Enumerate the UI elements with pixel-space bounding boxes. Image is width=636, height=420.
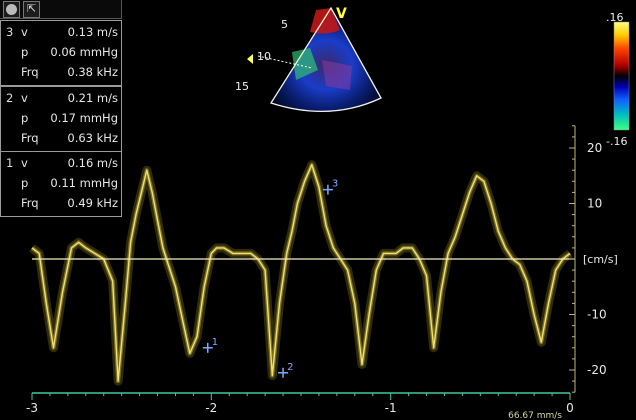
marker-label: 2: [287, 362, 293, 373]
velocity-value: 0.21 m/s: [67, 91, 118, 105]
color-scale-bottom: -.16: [606, 135, 627, 148]
pressure-label: p: [21, 45, 29, 59]
measurement-index: 2: [6, 91, 14, 105]
velocity-label: v: [21, 156, 28, 170]
pressure-label: p: [21, 176, 29, 190]
frequency-value: 0.38 kHz: [67, 65, 118, 79]
frequency-value: 0.63 kHz: [67, 131, 118, 145]
pressure-value: 0.17 mmHg: [50, 111, 118, 125]
marker-label: 3: [332, 179, 338, 190]
sector-depth-label: 15: [235, 80, 249, 93]
color-scale-top: .16: [606, 11, 624, 24]
sector-depth-label: 5: [281, 18, 288, 31]
time-tick-label: -2: [205, 401, 217, 415]
measurement-index: 1: [6, 156, 14, 170]
velocity-tick-label: -20: [587, 363, 607, 377]
gate-marker-icon[interactable]: [247, 54, 253, 64]
velocity-value: 0.13 m/s: [67, 25, 118, 39]
toolbar: ⇱: [0, 0, 122, 19]
pressure-label: p: [21, 111, 29, 125]
velocity-axis: 20 10 -10 -20 [cm/s]: [569, 125, 618, 393]
frequency-label: Frq: [21, 65, 39, 79]
marker-label: 1: [212, 337, 218, 348]
time-axis: -3 -2 -1 0 66.67 mm/s: [26, 392, 574, 420]
frequency-label: Frq: [21, 196, 39, 210]
measurement-marker-3[interactable]: 3: [322, 179, 338, 195]
sector-mode-label: V: [336, 6, 347, 22]
time-tick-label: 0: [566, 401, 574, 415]
time-tick-label: -1: [385, 401, 397, 415]
velocity-label: v: [21, 91, 28, 105]
measurement-panel-3[interactable]: 3 v 0.13 m/s p 0.06 mmHg Frq 0.38 kHz: [0, 20, 122, 86]
color-scale-bar: [613, 21, 630, 131]
velocity-tick-label: 20: [587, 141, 602, 155]
frequency-label: Frq: [21, 131, 39, 145]
cursor-select-button[interactable]: ⇱: [23, 1, 40, 18]
record-button[interactable]: [3, 1, 20, 18]
sweep-speed-label: 66.67 mm/s: [508, 411, 562, 420]
cursor-select-icon: ⇱: [27, 2, 37, 15]
measurement-index: 3: [6, 25, 14, 39]
measurement-panel-2[interactable]: 2 v 0.21 m/s p 0.17 mmHg Frq 0.63 kHz: [0, 86, 122, 152]
velocity-tick-label: -10: [587, 308, 607, 322]
velocity-unit-label: [cm/s]: [583, 253, 618, 266]
pressure-value: 0.11 mmHg: [50, 176, 118, 190]
measurement-marker-1[interactable]: 1: [202, 337, 218, 353]
measurement-marker-2[interactable]: 2: [278, 362, 293, 378]
velocity-value: 0.16 m/s: [67, 156, 118, 170]
velocity-tick-label: 10: [587, 197, 602, 211]
color-doppler-sector: V 5 10 15: [235, 6, 382, 113]
record-icon: [6, 4, 17, 15]
color-velocity-scale: .16 -.16: [606, 11, 630, 148]
time-tick-label: -3: [26, 401, 38, 415]
measurement-panel-1[interactable]: 1 v 0.16 m/s p 0.11 mmHg Frq 0.49 kHz: [0, 151, 122, 217]
pressure-value: 0.06 mmHg: [50, 45, 118, 59]
sector-depth-label: 10: [257, 50, 271, 63]
frequency-value: 0.49 kHz: [67, 196, 118, 210]
velocity-label: v: [21, 25, 28, 39]
